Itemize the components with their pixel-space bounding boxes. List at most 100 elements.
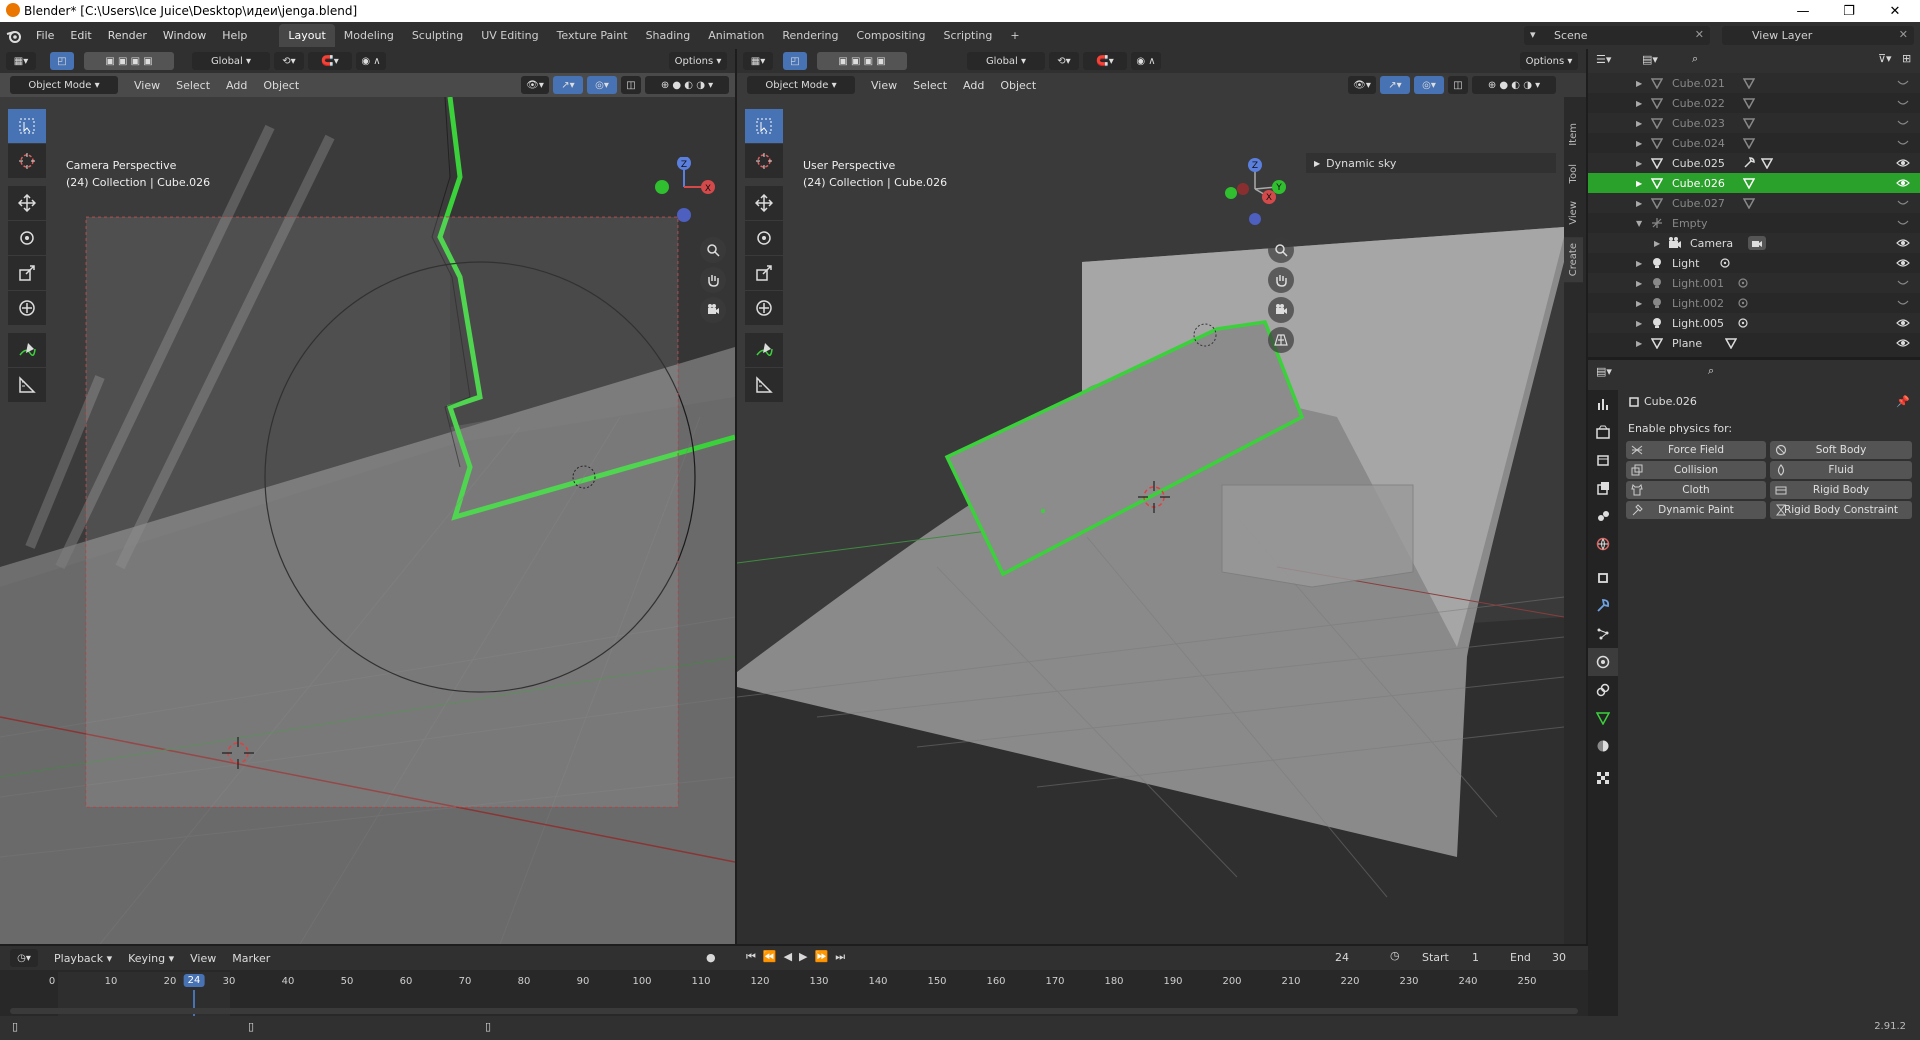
menu-view[interactable]: View — [190, 952, 216, 965]
outliner-row-light002[interactable]: ▶ Light.002 — [1588, 293, 1920, 313]
menu-keying[interactable]: Keying ▾ — [128, 952, 174, 965]
xray-toggle[interactable]: ◫ — [1448, 76, 1468, 94]
eye-hidden-icon[interactable] — [1896, 296, 1910, 310]
xray-toggle[interactable]: ◫ — [621, 76, 641, 94]
camera-data-icon[interactable] — [1748, 236, 1766, 250]
current-frame-field[interactable]: 24 — [1335, 951, 1349, 964]
eye-visible-icon[interactable] — [1896, 156, 1910, 170]
menu-add[interactable]: Add — [963, 79, 984, 92]
menu-add[interactable]: Add — [226, 79, 247, 92]
options-dropdown[interactable]: Options ▾ — [669, 52, 727, 70]
tab-uv-editing[interactable]: UV Editing — [472, 24, 547, 47]
outliner-row-cube022[interactable]: ▶ Cube.022 — [1588, 93, 1920, 113]
minimize-button[interactable]: — — [1780, 0, 1826, 22]
pivot-dropdown[interactable]: ⟲▾ — [1049, 52, 1079, 70]
snap-dropdown[interactable]: 🧲▾ — [1083, 52, 1127, 70]
expand-arrow-icon[interactable]: ▶ — [1636, 339, 1642, 348]
collapse-arrow-icon[interactable]: ▼ — [1636, 219, 1642, 228]
current-frame-indicator[interactable]: 24 — [183, 974, 205, 987]
viewport-left[interactable]: ▦▾ ◰ ▣ ▣ ▣ ▣ Global ▾ ⟲▾ 🧲▾ ◉ ∧ Options … — [0, 49, 735, 944]
annotate-tool[interactable] — [8, 333, 46, 367]
menu-view[interactable]: View — [871, 79, 897, 92]
tab-texture-paint[interactable]: Texture Paint — [548, 24, 637, 47]
gizmo-toggle[interactable]: ↗▾ — [1380, 76, 1410, 94]
viewport-right[interactable]: ▦▾ ◰ ▣ ▣ ▣ ▣ Global ▾ ⟲▾ 🧲▾ ◉ ∧ Options … — [737, 49, 1586, 944]
tab-scripting[interactable]: Scripting — [934, 24, 1001, 47]
camera-view-icon[interactable] — [1268, 297, 1294, 323]
scene-remove-icon[interactable]: ✕ — [1695, 28, 1704, 41]
transform-orientation-dropdown[interactable]: Global ▾ — [967, 52, 1045, 70]
editor-type-button[interactable]: ◷▾ — [10, 949, 38, 967]
scene-icon[interactable] — [1588, 502, 1618, 530]
menu-object[interactable]: Object — [263, 79, 299, 92]
mode-dropdown[interactable]: Object Mode ▾ — [747, 76, 855, 94]
mesh-data-icon[interactable] — [1742, 76, 1756, 90]
cursor-tool[interactable] — [8, 144, 46, 178]
transform-tool[interactable] — [745, 291, 783, 325]
shading-mode-buttons[interactable]: ⊕ ● ◐ ◑ ▾ — [645, 76, 729, 94]
menu-file[interactable]: File — [28, 29, 62, 42]
eye-hidden-icon[interactable] — [1896, 116, 1910, 130]
outliner-row-cube025[interactable]: ▶ Cube.025 — [1588, 153, 1920, 173]
eye-hidden-icon[interactable] — [1896, 76, 1910, 90]
tab-compositing[interactable]: Compositing — [848, 24, 935, 47]
editor-type-button[interactable]: ▦▾ — [743, 52, 773, 70]
modifier-wrench-icon[interactable] — [1742, 156, 1756, 170]
eye-hidden-icon[interactable] — [1896, 216, 1910, 230]
material-icon[interactable] — [1588, 732, 1618, 760]
outliner-row-cube026[interactable]: ▶ Cube.026 — [1588, 173, 1920, 193]
viewport-right-canvas[interactable]: User Perspective (24) Collection | Cube.… — [737, 97, 1564, 944]
display-mode-icon[interactable]: ☰▾ — [1596, 53, 1611, 66]
outliner-row-plane[interactable]: ▶ Plane — [1588, 333, 1920, 353]
timeline[interactable]: ◷▾ Playback ▾ Keying ▾ View Marker ● ⏮⏪◀… — [0, 946, 1588, 1026]
tab-animation[interactable]: Animation — [699, 24, 773, 47]
editor-type-icon[interactable]: ▤▾ — [1596, 365, 1612, 378]
mesh-data-icon[interactable] — [1742, 116, 1756, 130]
menu-object[interactable]: Object — [1000, 79, 1036, 92]
record-icon[interactable]: ● — [706, 951, 716, 964]
gizmo-toggle[interactable]: ↗▾ — [553, 76, 583, 94]
expand-arrow-icon[interactable]: ▶ — [1636, 139, 1642, 148]
render-icon[interactable] — [1588, 418, 1618, 446]
menu-select[interactable]: Select — [176, 79, 210, 92]
timeline-scrollbar[interactable] — [10, 1008, 1578, 1014]
transform-tool[interactable] — [8, 291, 46, 325]
zoom-icon[interactable] — [1268, 237, 1294, 263]
outliner-row-empty[interactable]: ▼ Empty — [1588, 213, 1920, 233]
options-dropdown[interactable]: Options ▾ — [1520, 52, 1578, 70]
perspective-toggle-icon[interactable] — [1268, 327, 1294, 353]
viewport-left-canvas[interactable]: Camera Perspective (24) Collection | Cub… — [0, 97, 735, 944]
output-icon[interactable] — [1588, 446, 1618, 474]
outliner-row-cube024[interactable]: ▶ Cube.024 — [1588, 133, 1920, 153]
dynamic-sky-panel[interactable]: ▶ Dynamic sky — [1306, 153, 1556, 173]
view-layer-selector[interactable]: View Layer ✕ — [1722, 26, 1914, 45]
outliner-row-cube023[interactable]: ▶ Cube.023 — [1588, 113, 1920, 133]
fluid-button[interactable]: Fluid — [1770, 461, 1912, 479]
select-box-modes[interactable]: ▣ ▣ ▣ ▣ — [84, 52, 174, 70]
blender-menu-icon[interactable] — [0, 29, 28, 43]
expand-arrow-icon[interactable]: ▶ — [1636, 299, 1642, 308]
select-mode-button[interactable]: ◰ — [783, 52, 807, 70]
outliner-row-camera[interactable]: ▶ Camera — [1588, 233, 1920, 253]
start-frame-field[interactable]: 1 — [1472, 951, 1479, 964]
constraints-icon[interactable] — [1588, 676, 1618, 704]
scale-tool[interactable] — [745, 256, 783, 290]
dynamic-paint-button[interactable]: Dynamic Paint — [1626, 501, 1766, 519]
eye-hidden-icon[interactable] — [1896, 276, 1910, 290]
tab-modeling[interactable]: Modeling — [335, 24, 403, 47]
annotate-tool[interactable] — [745, 333, 783, 367]
menu-select[interactable]: Select — [913, 79, 947, 92]
modifier-wrench-icon[interactable] — [1588, 592, 1618, 620]
proportional-edit-button[interactable]: ◉ ∧ — [356, 52, 386, 70]
light-data-icon[interactable] — [1736, 296, 1750, 310]
tab-tool[interactable]: Tool — [1564, 158, 1583, 189]
light-data-icon[interactable] — [1736, 316, 1750, 330]
eye-visible-icon[interactable] — [1896, 316, 1910, 330]
eye-visible-icon[interactable] — [1896, 336, 1910, 350]
menu-view[interactable]: View — [134, 79, 160, 92]
outliner-row-light[interactable]: ▶ Light — [1588, 253, 1920, 273]
particles-icon[interactable] — [1588, 620, 1618, 648]
tool-settings-icon[interactable] — [1588, 390, 1618, 418]
physics-icon[interactable] — [1588, 648, 1618, 676]
light-data-icon[interactable] — [1718, 256, 1732, 270]
